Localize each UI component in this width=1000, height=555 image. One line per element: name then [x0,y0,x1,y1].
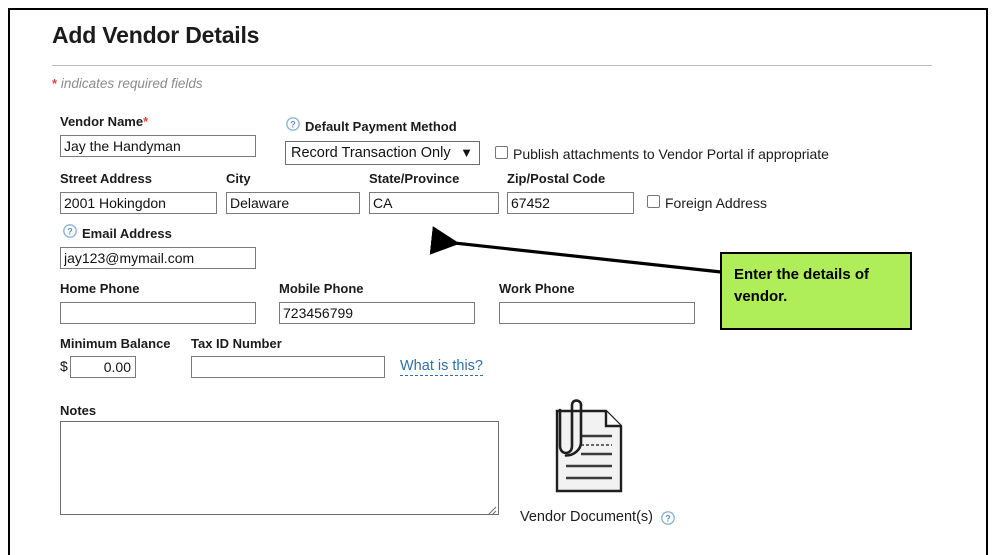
required-asterisk: * [52,76,58,91]
notes-label: Notes [60,403,97,418]
vendor-name-input[interactable] [60,135,256,157]
vendor-name-label-text: Vendor Name [60,114,144,129]
svg-text:?: ? [67,226,73,236]
email-address-input[interactable] [60,247,256,269]
zip-postal-code-input[interactable] [507,192,634,214]
foreign-address-checkbox[interactable] [647,195,660,208]
annotation-callout: Enter the details of vendor. [720,252,912,330]
what-is-this-link[interactable]: What is this? [400,358,483,376]
vendor-name-label: Vendor Name* [60,114,148,129]
work-phone-input[interactable] [499,302,695,324]
street-address-label: Street Address [60,171,152,186]
foreign-address-label[interactable]: Foreign Address [665,195,767,211]
default-payment-method-select[interactable]: Record Transaction Only ▼ [285,141,480,165]
default-payment-method-selected-value: Record Transaction Only [291,145,451,161]
city-label: City [226,171,251,186]
help-circle-icon[interactable]: ? [286,117,300,131]
default-payment-method-label: Default Payment Method [305,119,457,134]
publish-attachments-checkbox[interactable] [495,146,508,159]
chevron-down-icon: ▼ [460,145,473,160]
help-circle-icon[interactable]: ? [661,511,675,525]
city-input[interactable] [226,192,360,214]
vendor-documents-caption: Vendor Document(s) [520,509,653,525]
document-with-paperclip-icon[interactable] [548,398,630,501]
mobile-phone-input[interactable] [279,302,475,324]
state-province-label: State/Province [369,171,460,186]
email-address-label: Email Address [82,226,172,241]
zip-postal-code-label: Zip/Postal Code [507,171,606,186]
required-fields-note: * indicates required fields [52,76,203,91]
home-phone-label: Home Phone [60,281,140,296]
svg-text:?: ? [290,119,296,129]
page-title: Add Vendor Details [52,22,260,48]
state-province-input[interactable] [369,192,499,214]
publish-attachments-label[interactable]: Publish attachments to Vendor Portal if … [513,146,829,162]
minimum-balance-label: Minimum Balance [60,336,171,351]
tax-id-number-input[interactable] [191,356,385,378]
vendor-name-required-marker: * [143,114,149,129]
mobile-phone-label: Mobile Phone [279,281,364,296]
title-divider [52,65,932,66]
help-circle-icon[interactable]: ? [63,224,77,238]
home-phone-input[interactable] [60,302,256,324]
screenshot-root: Add Vendor Details * indicates required … [0,0,1000,555]
svg-text:?: ? [665,513,671,523]
street-address-input[interactable] [60,192,217,214]
tax-id-number-label: Tax ID Number [191,336,282,351]
minimum-balance-input[interactable] [70,356,136,378]
work-phone-label: Work Phone [499,281,575,296]
notes-textarea[interactable] [60,421,499,515]
currency-prefix: $ [60,358,68,374]
required-note-text: indicates required fields [60,76,203,91]
